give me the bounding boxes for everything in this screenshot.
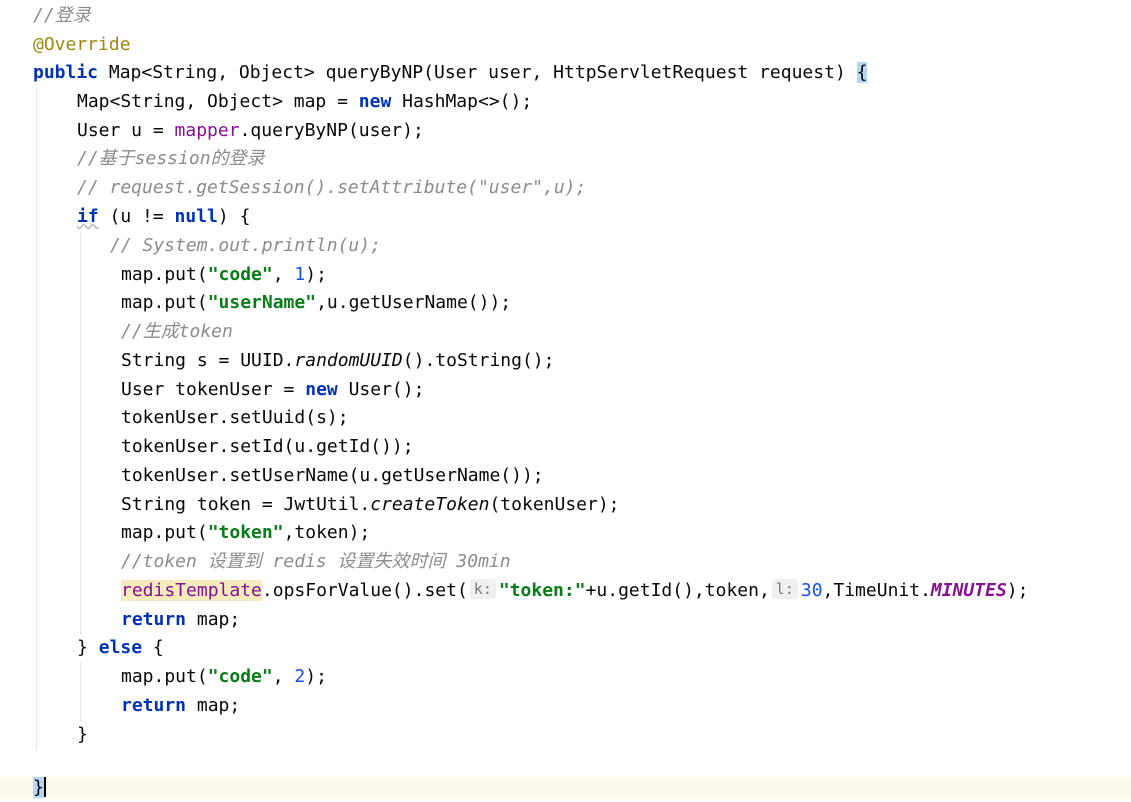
- code-text: );: [305, 264, 327, 285]
- code-text: ,TimeUnit.: [822, 580, 931, 601]
- code-text: ) {: [217, 206, 251, 227]
- string-token: "userName": [207, 292, 317, 313]
- indent-guide: [36, 88, 37, 750]
- code-line-return[interactable]: return map;: [121, 606, 240, 634]
- keyword-token: null: [174, 206, 218, 227]
- code-line[interactable]: String s = UUID.randomUUID().toString();: [121, 347, 554, 375]
- keyword-token: return: [121, 695, 187, 716]
- string-token: "code": [207, 666, 273, 687]
- text-caret: [43, 777, 46, 797]
- code-text: Map<String, Object> map =: [77, 91, 359, 112]
- code-text: map.put(: [121, 522, 208, 543]
- code-text: String s = UUID.: [121, 350, 295, 371]
- code-text: User u =: [77, 120, 175, 141]
- code-line[interactable]: map.put("userName",u.getUserName());: [121, 289, 511, 317]
- indent-guide: [80, 662, 81, 722]
- code-line-comment[interactable]: // request.getSession().setAttribute("us…: [77, 174, 586, 202]
- code-line-redis-set[interactable]: redisTemplate.opsForValue().set(k: "token…: [121, 577, 1028, 605]
- code-text: .queryByNP(user);: [239, 120, 424, 141]
- code-text: map.put(: [121, 666, 208, 687]
- string-token: "token": [207, 522, 284, 543]
- string-token: "token:": [498, 580, 586, 601]
- code-text: ,u.getUserName());: [316, 292, 512, 313]
- code-line[interactable]: Map<String, Object> map = new HashMap<>(…: [77, 88, 532, 116]
- code-text: map.put(: [121, 264, 208, 285]
- code-text: (tokenUser);: [489, 494, 620, 515]
- code-line-else[interactable]: } else {: [77, 634, 164, 662]
- code-line-method-signature[interactable]: public Map<String, Object> queryByNP(Use…: [33, 59, 868, 87]
- code-line-comment[interactable]: //token 设置到 redis 设置失效时间 30min: [121, 548, 511, 576]
- keyword-token: public: [33, 62, 99, 83]
- matched-brace: {: [856, 62, 868, 83]
- code-line[interactable]: User tokenUser = new User();: [121, 376, 424, 404]
- number-token: 2: [294, 666, 306, 687]
- number-token: 30: [800, 580, 823, 601]
- code-text: );: [305, 666, 327, 687]
- code-line-if[interactable]: if (u != null) {: [77, 203, 250, 231]
- constant-token: MINUTES: [930, 580, 1007, 601]
- code-editor[interactable]: //登录 @Override public Map<String, Object…: [0, 0, 1131, 799]
- code-line[interactable]: tokenUser.setUuid(s);: [121, 404, 349, 432]
- code-text: HashMap<>();: [391, 91, 533, 112]
- code-text: map;: [186, 695, 241, 716]
- code-text: Map<String, Object> queryByNP(User user,…: [98, 62, 857, 83]
- code-line-closing-brace[interactable]: }: [77, 721, 88, 749]
- code-line-comment[interactable]: //生成token: [121, 318, 233, 346]
- code-line-annotation[interactable]: @Override: [33, 31, 131, 59]
- keyword-token: return: [121, 609, 187, 630]
- code-text: (u !=: [98, 206, 175, 227]
- code-text: {: [142, 637, 164, 658]
- code-text: User tokenUser =: [121, 379, 306, 400]
- code-text: }: [77, 637, 99, 658]
- static-method-token: randomUUID: [294, 350, 403, 371]
- keyword-token: else: [98, 637, 143, 658]
- code-line-comment[interactable]: // System.out.println(u);: [110, 232, 381, 260]
- matched-brace: }: [33, 777, 44, 798]
- code-line[interactable]: map.put("code", 2);: [121, 663, 327, 691]
- keyword-token: new: [358, 91, 392, 112]
- code-line[interactable]: User u = mapper.queryByNP(user);: [77, 117, 424, 145]
- field-token: mapper: [174, 120, 240, 141]
- code-line-closing-brace[interactable]: }: [33, 774, 46, 802]
- indent-guide: [80, 232, 81, 634]
- code-line[interactable]: tokenUser.setUserName(u.getUserName());: [121, 462, 544, 490]
- keyword-token: new: [305, 379, 338, 400]
- code-line[interactable]: map.put("token",token);: [121, 519, 370, 547]
- parameter-hint: k:: [469, 579, 496, 599]
- code-text: ().toString();: [402, 350, 555, 371]
- code-text: .opsForValue().set(: [261, 580, 468, 601]
- code-text: +u.getId(),token,: [585, 580, 770, 601]
- code-text: ,token);: [283, 522, 371, 543]
- caret-line-highlight: [0, 777, 1131, 799]
- string-token: "code": [207, 264, 273, 285]
- code-text: map;: [186, 609, 241, 630]
- number-token: 1: [294, 264, 306, 285]
- code-text: );: [1006, 580, 1029, 601]
- code-line-comment[interactable]: //基于session的登录: [77, 145, 265, 173]
- code-line[interactable]: map.put("code", 1);: [121, 261, 327, 289]
- code-text: User();: [337, 379, 425, 400]
- parameter-hint: l:: [771, 579, 798, 599]
- static-method-token: createToken: [370, 494, 490, 515]
- code-line-comment[interactable]: //登录: [33, 2, 91, 30]
- code-text: map.put(: [121, 292, 208, 313]
- field-token: redisTemplate: [121, 580, 262, 601]
- code-text: ,: [272, 264, 295, 285]
- code-text: ,: [272, 666, 295, 687]
- keyword-token: if: [77, 206, 99, 227]
- code-line[interactable]: tokenUser.setId(u.getId());: [121, 433, 414, 461]
- code-text: String token = JwtUtil.: [121, 494, 371, 515]
- code-line[interactable]: String token = JwtUtil.createToken(token…: [121, 491, 620, 519]
- code-line-return[interactable]: return map;: [121, 692, 240, 720]
